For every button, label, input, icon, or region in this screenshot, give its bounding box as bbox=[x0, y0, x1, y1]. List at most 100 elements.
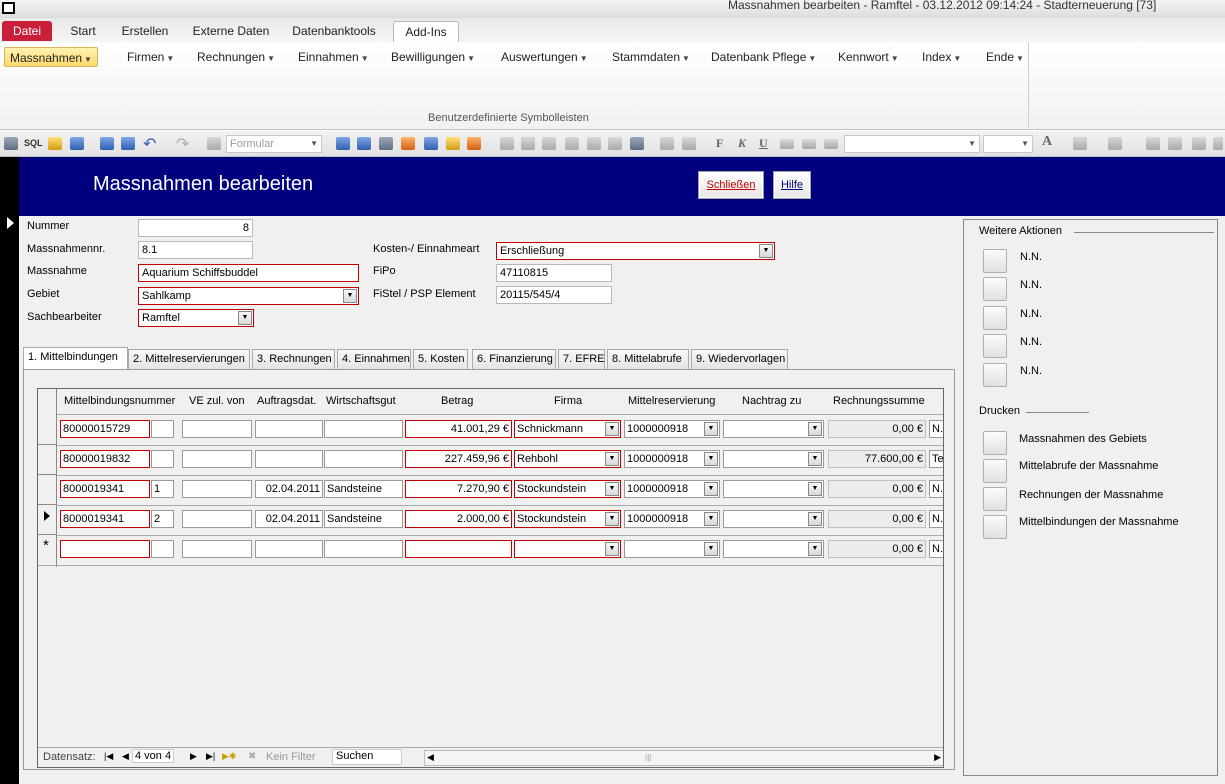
tab-wiedervorlagen[interactable]: 9. Wiedervorlagen bbox=[691, 349, 788, 369]
tab-rechnungen[interactable]: 3. Rechnungen bbox=[252, 349, 335, 369]
row-selector[interactable] bbox=[38, 415, 57, 445]
chevron-down-icon[interactable]: ▼ bbox=[605, 452, 619, 466]
betrag-cell[interactable]: 227.459,96 € bbox=[405, 450, 512, 468]
datasheet-icon[interactable] bbox=[357, 137, 371, 150]
chevron-down-icon[interactable]: ▼ bbox=[808, 512, 822, 526]
filter-status[interactable]: Kein Filter bbox=[266, 751, 316, 763]
nachtrag-combo[interactable]: ▼ bbox=[723, 480, 824, 498]
kosten-combo[interactable]: Erschließung ▼ bbox=[496, 242, 775, 260]
auftragsdatum-cell[interactable] bbox=[255, 540, 323, 558]
ruler-icon[interactable] bbox=[565, 137, 579, 150]
italic-icon[interactable]: K bbox=[738, 136, 746, 151]
tab-datei[interactable]: Datei bbox=[2, 21, 52, 41]
nachtrag-combo[interactable]: ▼ bbox=[723, 540, 824, 558]
nachtrag-combo[interactable]: ▼ bbox=[723, 420, 824, 438]
chevron-down-icon[interactable]: ▼ bbox=[343, 289, 357, 303]
wirtschaftsgut-cell[interactable]: Sandsteine bbox=[324, 480, 403, 498]
ve-cell[interactable]: 1 bbox=[151, 480, 174, 498]
next-record-icon[interactable]: ▶ bbox=[190, 751, 197, 762]
font-select[interactable]: ▼ bbox=[844, 135, 980, 153]
firma-combo[interactable]: ▼ bbox=[514, 540, 621, 558]
tab-start[interactable]: Start bbox=[60, 21, 106, 41]
mittelbindungsnummer-cell[interactable]: 8000019341 bbox=[60, 480, 150, 498]
tab-order-icon[interactable] bbox=[70, 137, 84, 150]
save-icon[interactable] bbox=[100, 137, 114, 150]
chevron-down-icon[interactable]: ▼ bbox=[759, 244, 773, 258]
scroll-right-icon[interactable]: ▶ bbox=[934, 752, 941, 763]
print-button-rechnungen[interactable] bbox=[983, 487, 1007, 511]
new-record-button-icon[interactable]: ▶✱ bbox=[222, 751, 236, 762]
chevron-down-icon[interactable]: ▼ bbox=[808, 482, 822, 496]
fill-color-icon[interactable] bbox=[1073, 137, 1087, 150]
menu-firmen[interactable]: Firmen ▼ bbox=[127, 47, 174, 67]
ve-cell[interactable] bbox=[151, 450, 174, 468]
chevron-down-icon[interactable]: ▼ bbox=[704, 512, 718, 526]
tab-mittelbindungen[interactable]: 1. Mittelbindungen bbox=[23, 347, 128, 369]
row-selector[interactable] bbox=[38, 475, 57, 505]
more-icon[interactable] bbox=[1213, 137, 1223, 150]
align-icon[interactable] bbox=[500, 137, 514, 150]
snap-icon[interactable] bbox=[587, 137, 601, 150]
report-icon[interactable] bbox=[379, 137, 393, 150]
chevron-down-icon[interactable]: ▼ bbox=[808, 542, 822, 556]
ve-von-cell[interactable] bbox=[182, 450, 252, 468]
chevron-down-icon[interactable]: ▼ bbox=[704, 482, 718, 496]
tab-finanzierung[interactable]: 6. Finanzierung bbox=[472, 349, 556, 369]
extra-cell[interactable]: N. bbox=[929, 420, 943, 438]
ve-cell[interactable] bbox=[151, 540, 174, 558]
chevron-down-icon[interactable]: ▼ bbox=[704, 422, 718, 436]
field-list-icon[interactable] bbox=[660, 137, 674, 150]
size-icon[interactable] bbox=[521, 137, 535, 150]
grid-icon[interactable] bbox=[542, 137, 556, 150]
redo-icon[interactable]: ↷ bbox=[176, 134, 189, 154]
chevron-down-icon[interactable]: ▼ bbox=[605, 482, 619, 496]
sachbearbeiter-combo[interactable]: Ramftel ▼ bbox=[138, 309, 254, 327]
folder-icon[interactable] bbox=[446, 137, 460, 150]
row-selector[interactable] bbox=[38, 505, 57, 535]
auftragsdatum-cell[interactable] bbox=[255, 450, 323, 468]
ve-von-cell[interactable] bbox=[182, 510, 252, 528]
print-button-gebiet[interactable] bbox=[983, 431, 1007, 455]
table-icon[interactable] bbox=[424, 137, 438, 150]
print-button-mittelabrufe[interactable] bbox=[983, 459, 1007, 483]
chevron-down-icon[interactable]: ▼ bbox=[605, 542, 619, 556]
special-effect-icon[interactable] bbox=[1146, 137, 1160, 150]
tab-einnahmen[interactable]: 4. Einnahmen bbox=[337, 349, 411, 369]
mittelbindungsnummer-cell[interactable]: 8000019341 bbox=[60, 510, 150, 528]
mittelbindungsnummer-cell[interactable] bbox=[60, 540, 150, 558]
align-left-icon[interactable] bbox=[780, 139, 794, 149]
nachtrag-combo[interactable]: ▼ bbox=[723, 450, 824, 468]
mittelreservierung-combo[interactable]: 1000000918 ▼ bbox=[624, 450, 720, 468]
betrag-cell[interactable]: 2.000,00 € bbox=[405, 510, 512, 528]
menu-ende[interactable]: Ende ▼ bbox=[986, 47, 1024, 67]
print-button-mittelbindungen[interactable] bbox=[983, 515, 1007, 539]
fistel-field[interactable]: 20115/545/4 bbox=[496, 286, 612, 304]
mittelreservierung-combo[interactable]: 1000000918 ▼ bbox=[624, 480, 720, 498]
chevron-down-icon[interactable]: ▼ bbox=[704, 542, 718, 556]
extra-cell[interactable]: N. bbox=[929, 510, 943, 528]
wirtschaftsgut-cell[interactable] bbox=[324, 420, 403, 438]
horizontal-scrollbar[interactable]: ◀ ||| ▶ bbox=[424, 750, 943, 766]
mittelreservierung-combo[interactable]: ▼ bbox=[624, 540, 720, 558]
chevron-down-icon[interactable]: ▼ bbox=[808, 452, 822, 466]
edit-icon[interactable] bbox=[48, 137, 62, 150]
save-as-icon[interactable] bbox=[121, 137, 135, 150]
tab-erstellen[interactable]: Erstellen bbox=[114, 21, 176, 41]
mittelreservierung-combo[interactable]: 1000000918 ▼ bbox=[624, 510, 720, 528]
betrag-cell[interactable]: 7.270,90 € bbox=[405, 480, 512, 498]
wirtschaftsgut-cell[interactable] bbox=[324, 450, 403, 468]
menu-massnahmen[interactable]: Massnahmen ▼ bbox=[4, 47, 98, 67]
extra-cell[interactable]: N. bbox=[929, 480, 943, 498]
line-width-icon[interactable] bbox=[1192, 137, 1206, 150]
menu-kennwort[interactable]: Kennwort ▼ bbox=[838, 47, 899, 67]
firma-combo[interactable]: Rehbohl ▼ bbox=[514, 450, 621, 468]
tab-kosten[interactable]: 5. Kosten bbox=[413, 349, 468, 369]
massnahmennr-field[interactable]: 8.1 bbox=[138, 241, 253, 259]
book-icon[interactable] bbox=[682, 137, 696, 150]
undo-icon[interactable]: ↶ bbox=[143, 134, 156, 154]
extra-cell[interactable]: N. bbox=[929, 540, 943, 558]
format-painter-icon[interactable] bbox=[207, 137, 221, 150]
betrag-cell[interactable]: 41.001,29 € bbox=[405, 420, 512, 438]
chevron-down-icon[interactable]: ▼ bbox=[704, 452, 718, 466]
tab-mittelabrufe[interactable]: 8. Mittelabrufe bbox=[607, 349, 689, 369]
